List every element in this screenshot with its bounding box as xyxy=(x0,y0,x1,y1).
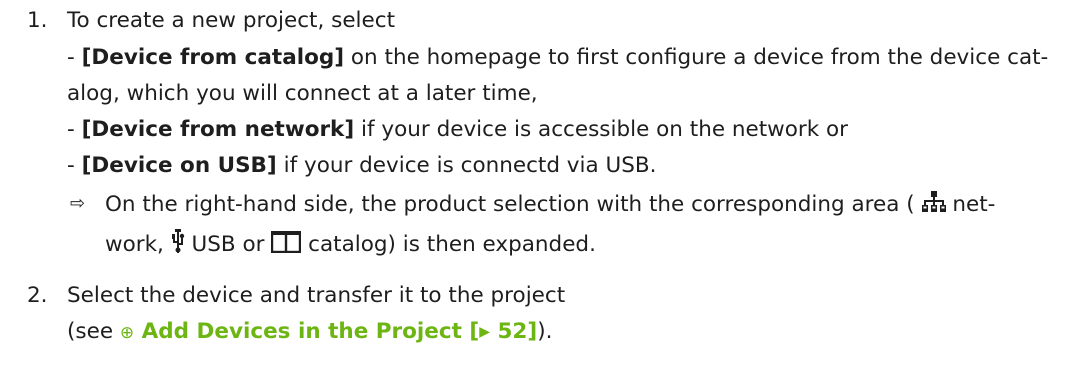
usb-icon xyxy=(171,229,185,259)
step-number: 1. xyxy=(27,8,48,33)
option-device-from-catalog: - [Device from catalog] on the homepage … xyxy=(67,45,1049,70)
step-text: Select the device and transfer it to the… xyxy=(67,283,566,308)
option-continuation: alog, which you will connect at a later … xyxy=(67,81,538,106)
result-line-2: work, USB or catalog) is then expanded. xyxy=(105,229,596,259)
network-icon xyxy=(921,191,946,219)
option-device-from-network: - [Device from network] if your device i… xyxy=(67,117,849,142)
add-devices-link[interactable]: ⊕ Add Devices in the Project [▸ 52] xyxy=(120,319,537,344)
option-device-on-usb: - [Device on USB] if your device is conn… xyxy=(67,153,657,178)
option-label: [Device on USB] xyxy=(81,153,277,178)
result-line-1: On the right-hand side, the product sele… xyxy=(105,191,996,219)
link-icon: ⊕ xyxy=(119,323,135,343)
option-label: [Device from network] xyxy=(81,117,355,142)
result-arrow-icon: ⇨ xyxy=(70,193,86,214)
step-intro: To create a new project, select xyxy=(67,8,396,33)
option-label: [Device from catalog] xyxy=(81,45,345,70)
catalog-icon xyxy=(271,230,302,259)
step-number: 2. xyxy=(27,283,48,308)
step-reference: (see ⊕ Add Devices in the Project [▸ 52]… xyxy=(67,319,553,344)
